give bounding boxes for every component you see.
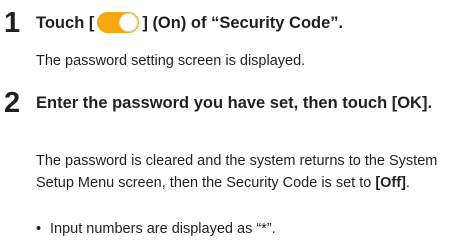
step-number: 2 [4, 87, 21, 119]
heading-text-suffix: ] (On) of “Security Code”. [142, 14, 344, 32]
step-heading: Touch [ ] (On) of “Security Code”. [36, 12, 448, 34]
step-number: 1 [4, 7, 21, 39]
step-heading: Enter the password you have set, then to… [36, 94, 433, 112]
heading-text-prefix: Touch [ [36, 14, 95, 32]
bullet-icon: • [36, 221, 42, 237]
description-end: . [405, 175, 410, 191]
description-bold-value: [Off] [375, 175, 406, 191]
note-list: • Input numbers are displayed as “*”. [36, 218, 448, 240]
toggle-switch-icon [97, 12, 140, 33]
step-description: The password is cleared and the system r… [36, 150, 444, 194]
toggle-knob [119, 13, 139, 32]
note-item: Input numbers are displayed as “*”. [50, 221, 276, 237]
step-description: The password setting screen is displayed… [36, 53, 306, 69]
